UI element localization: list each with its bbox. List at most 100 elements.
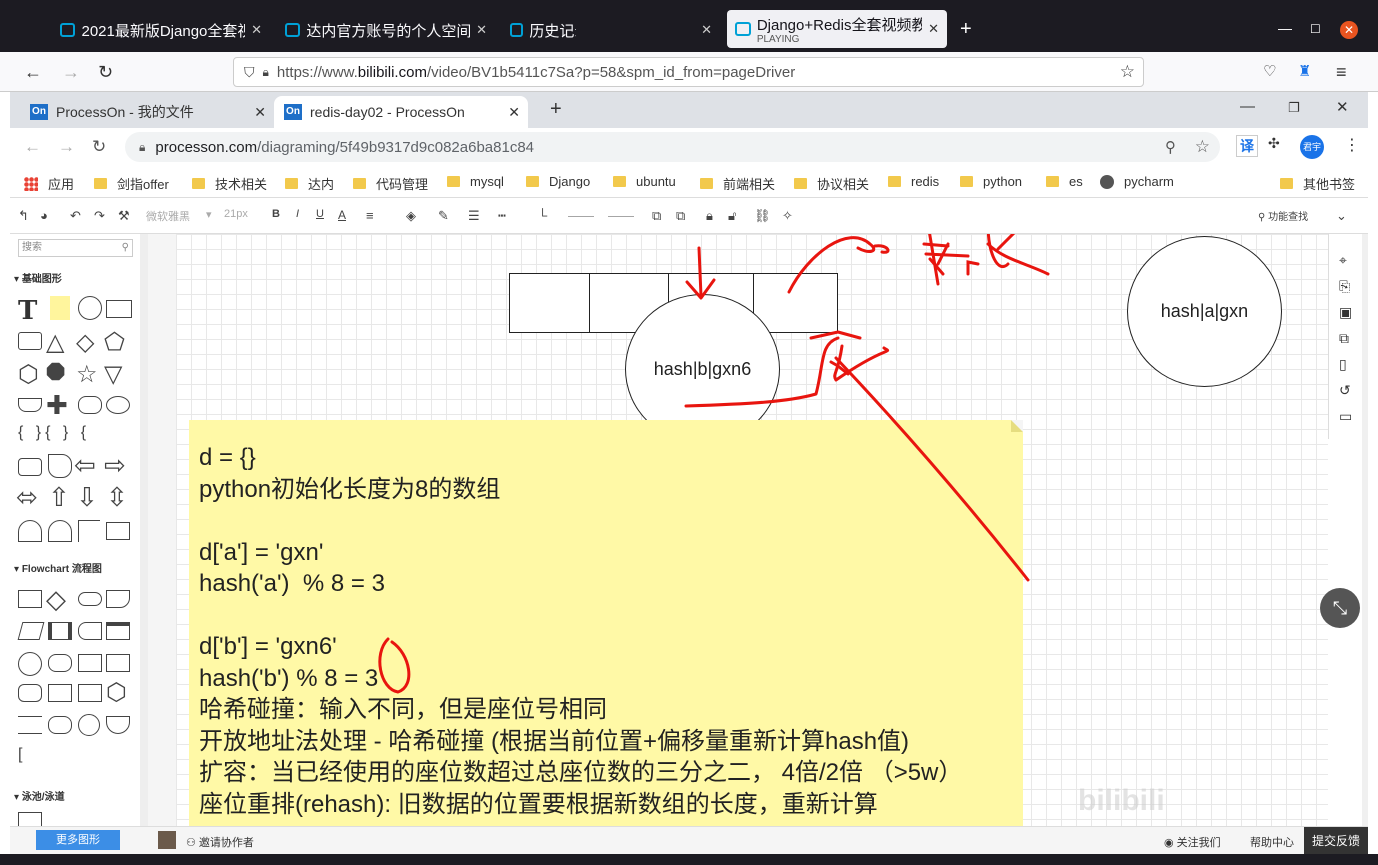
undo-icon[interactable]: ↶: [70, 208, 81, 224]
diamond-shape-icon[interactable]: ◇: [76, 328, 94, 357]
close-tab-icon[interactable]: ✕: [701, 22, 712, 38]
unlock-icon[interactable]: 🔓︎: [728, 208, 736, 224]
bookmark-item[interactable]: mysql: [447, 174, 504, 189]
more-shapes-button[interactable]: 更多图形: [36, 830, 120, 850]
cross-shape-icon[interactable]: ✚: [46, 390, 68, 421]
ff-tab-2[interactable]: 达内官方账号的个人空间_ ✕: [277, 12, 495, 48]
manual-operation-shape-icon[interactable]: [78, 684, 102, 702]
submit-feedback-button[interactable]: 提交反馈: [1304, 827, 1368, 855]
close-tab-icon[interactable]: ✕: [251, 22, 262, 38]
link-icon[interactable]: ⛓: [754, 208, 771, 224]
line-end-icon[interactable]: ——: [608, 208, 634, 223]
chrome-omnibox[interactable]: 🔒︎ processon.com/diagraming/5f49b9317d9c…: [125, 132, 1220, 162]
collapse-icon[interactable]: ⌄: [1336, 208, 1347, 224]
menu-icon[interactable]: ≡: [1336, 62, 1347, 83]
inverted-triangle-shape-icon[interactable]: ▽: [104, 360, 122, 389]
display-shape-icon[interactable]: [48, 654, 72, 672]
bold-icon[interactable]: B: [272, 208, 280, 220]
delay-shape-icon[interactable]: [48, 684, 72, 702]
hexagon-shape-icon[interactable]: ⬡: [18, 360, 39, 389]
forward-icon[interactable]: →: [58, 137, 75, 157]
decision-shape-icon[interactable]: ◇: [46, 584, 66, 615]
bookmark-item[interactable]: 代码管理: [353, 174, 428, 193]
octagon-shape-icon[interactable]: ⯃: [46, 360, 65, 388]
history-icon[interactable]: ↺: [1339, 382, 1351, 399]
reload-icon[interactable]: ↻: [92, 137, 106, 157]
up-arrow-shape-icon[interactable]: ⇧: [48, 482, 70, 513]
zoom-icon[interactable]: ⚲: [1165, 138, 1176, 156]
chrome-tab-1[interactable]: On ProcessOn - 我的文件 ✕: [20, 96, 274, 128]
bookmark-item[interactable]: ubuntu: [613, 174, 676, 189]
bookmark-item[interactable]: redis: [888, 174, 939, 189]
page-icon[interactable]: ▣: [1339, 304, 1352, 321]
firefox-url-bar[interactable]: ⛉ 🔒︎ https://www. bilibili.com/video/BV1b…: [233, 57, 1144, 87]
restore-icon[interactable]: ❐: [1288, 100, 1300, 116]
connector-shape-icon[interactable]: [18, 652, 42, 676]
parallel-mode-shape-icon[interactable]: [18, 716, 42, 734]
circle-shape-icon[interactable]: [78, 296, 102, 320]
align-icon[interactable]: ≡: [366, 208, 374, 223]
back-icon[interactable]: ←: [24, 62, 42, 83]
magic-wand-icon[interactable]: ✧: [782, 208, 793, 224]
redo-icon[interactable]: ↷: [94, 208, 105, 224]
down-arrow-shape-icon[interactable]: ⇩: [76, 482, 98, 513]
ellipse-shape-icon[interactable]: [106, 396, 130, 414]
bring-front-icon[interactable]: ⧉: [652, 208, 661, 224]
bookmark-item[interactable]: Django: [526, 174, 590, 189]
on-page-reference-shape-icon[interactable]: [78, 714, 100, 736]
section-flowchart[interactable]: ▾ Flowchart 流程图: [14, 560, 102, 575]
new-tab-icon[interactable]: +: [960, 18, 972, 41]
file-icon[interactable]: ▯: [1339, 356, 1347, 373]
double-arrow-shape-icon[interactable]: ⬄: [16, 482, 38, 513]
send-back-icon[interactable]: ⧉: [676, 208, 685, 224]
pentagon-shape-icon[interactable]: ⬠: [104, 328, 125, 357]
crosshair-icon[interactable]: ⌖: [1339, 252, 1347, 269]
fill-color-icon[interactable]: ◈: [406, 208, 416, 224]
ff-tab-1[interactable]: 2021最新版Django全套视 ✕: [52, 12, 270, 48]
u-turn-shape-icon[interactable]: [48, 520, 72, 542]
corner-shape-icon[interactable]: [78, 520, 100, 542]
feature-search[interactable]: ⚲ 功能查找: [1258, 208, 1308, 223]
minimize-icon[interactable]: —: [1278, 20, 1292, 36]
font-color-icon[interactable]: A: [338, 208, 346, 222]
predefined-process-shape-icon[interactable]: [48, 622, 72, 640]
diagram-canvas[interactable]: hash|b|gxn6 hash|a|gxn d = {} python初始化长…: [148, 234, 1328, 826]
ff-tab-3[interactable]: 历史记录 ✕: [502, 12, 720, 48]
format-brush-icon[interactable]: ⚒: [118, 208, 130, 224]
text-shape-icon[interactable]: T: [18, 296, 37, 326]
bookmark-star-icon[interactable]: ☆: [1120, 62, 1135, 82]
section-basic-shapes[interactable]: ▾ 基础图形: [14, 270, 62, 285]
other-bookmarks[interactable]: 其他书签: [1280, 174, 1355, 193]
comment-icon[interactable]: ▭: [1339, 408, 1352, 425]
image-icon[interactable]: ⎘: [1339, 278, 1350, 295]
avatar[interactable]: 君宇: [1300, 135, 1324, 159]
close-tab-icon[interactable]: ✕: [254, 104, 266, 121]
underline-icon[interactable]: U: [316, 208, 324, 220]
rounded-rect-shape-icon[interactable]: [18, 332, 42, 350]
font-family-select[interactable]: 微软雅黑: [146, 208, 190, 224]
trapezoid-shape-icon[interactable]: [18, 398, 42, 412]
back-icon[interactable]: ←: [24, 137, 41, 157]
close-tab-icon[interactable]: ✕: [928, 21, 939, 37]
line-color-icon[interactable]: ✎: [438, 208, 449, 224]
rectangle-shape-icon[interactable]: [106, 300, 132, 318]
bookmark-item[interactable]: es: [1046, 174, 1083, 189]
connector-icon[interactable]: └: [538, 208, 547, 223]
font-family-dropdown-icon[interactable]: ▾: [206, 208, 212, 221]
leaf-shape-icon[interactable]: [48, 454, 72, 478]
close-icon[interactable]: ✕: [1336, 98, 1349, 116]
vertical-double-arrow-shape-icon[interactable]: ⇳: [106, 482, 128, 513]
rounded-square-shape-icon[interactable]: [18, 458, 42, 476]
card-shape-icon[interactable]: [106, 654, 130, 672]
ff-tab-active[interactable]: Django+Redis全套视频教 PLAYING ✕: [727, 10, 947, 48]
follow-us-button[interactable]: ◉ 关注我们: [1164, 834, 1221, 850]
bookmark-item[interactable]: 协议相关: [794, 174, 869, 193]
bookmark-item[interactable]: 达内: [285, 174, 334, 193]
undo-back-icon[interactable]: ↰: [18, 208, 29, 224]
new-tab-icon[interactable]: +: [550, 98, 562, 121]
note-shape-icon[interactable]: [50, 296, 70, 320]
chrome-tab-active[interactable]: On redis-day02 - ProcessOn ✕: [274, 96, 528, 128]
extensions-icon[interactable]: ✣: [1268, 135, 1280, 152]
u-turn-shape-icon[interactable]: [18, 520, 42, 542]
tape-shape-icon[interactable]: [18, 684, 42, 702]
